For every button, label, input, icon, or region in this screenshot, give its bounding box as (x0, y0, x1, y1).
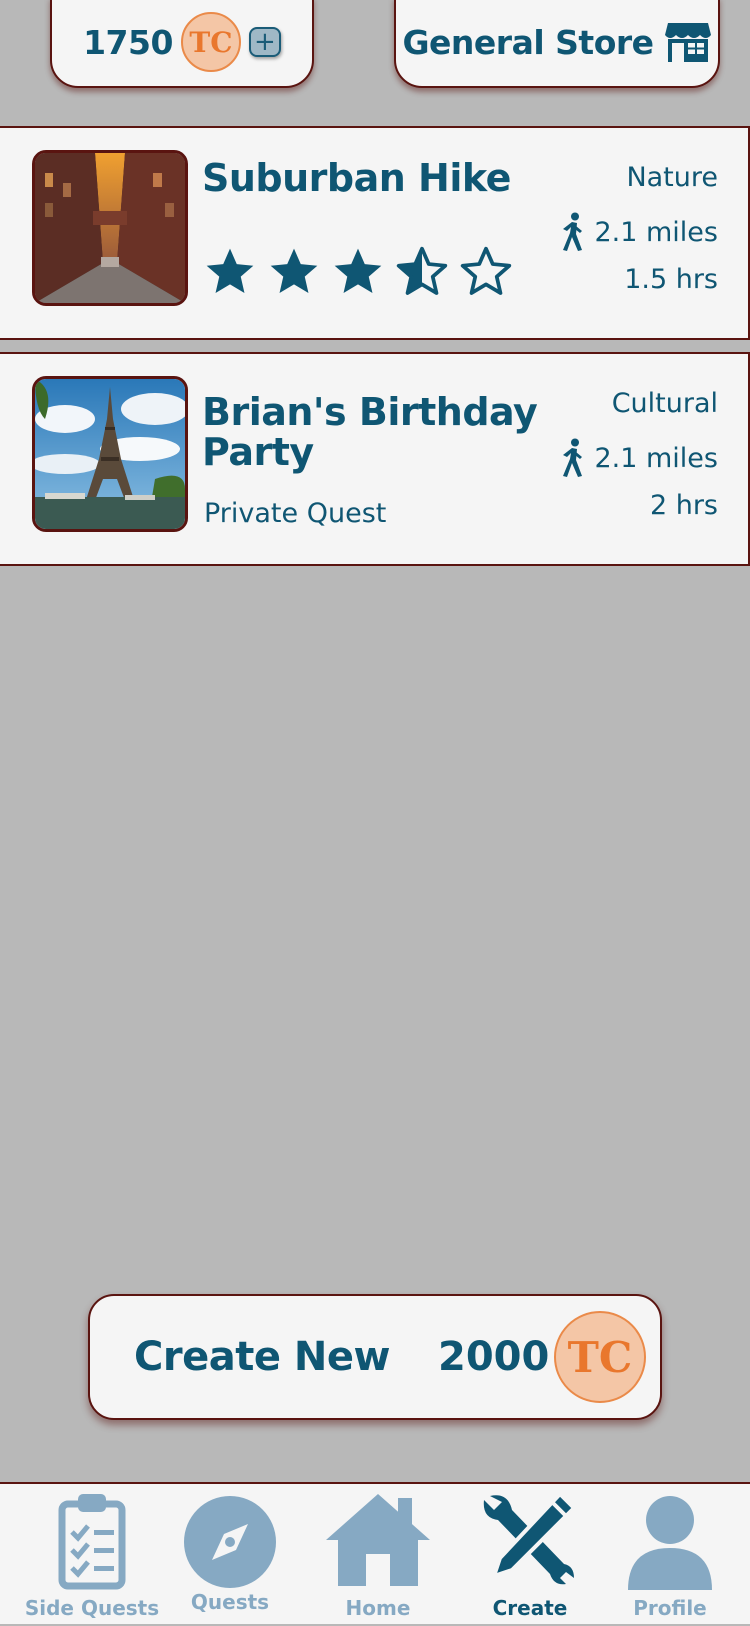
quest-card[interactable]: Brian's Birthday Party Private Quest Cul… (0, 352, 750, 566)
tab-label: Home (345, 1596, 411, 1620)
tab-quests[interactable]: Quests (170, 1484, 290, 1626)
tab-label: Profile (633, 1596, 707, 1620)
tab-side-quests[interactable]: Side Quests (22, 1484, 162, 1626)
quest-card[interactable]: Suburban Hike Nature 2.1 miles 1.5 hrs (0, 126, 750, 340)
star-full-icon (334, 248, 382, 293)
balance-pill: 1750 TC + (50, 0, 314, 88)
general-store-button[interactable]: General Store (394, 0, 720, 88)
quest-subtitle: Private Quest (204, 498, 387, 529)
house-icon (326, 1494, 430, 1586)
tab-create[interactable]: Create (470, 1484, 590, 1626)
tab-profile[interactable]: Profile (610, 1484, 730, 1626)
add-coins-button[interactable]: + (248, 27, 281, 57)
quest-title-line1: Brian's Birthday (202, 390, 538, 434)
star-full-icon (270, 248, 318, 293)
tab-label: Quests (190, 1590, 270, 1614)
balance-amount: 1750 (83, 22, 173, 62)
tab-label: Create (492, 1596, 568, 1620)
walking-icon (563, 212, 583, 251)
quest-duration: 1.5 hrs (624, 264, 718, 295)
star-half-icon (396, 246, 448, 295)
coin-label: TC (189, 25, 233, 59)
quest-distance: 2.1 miles (560, 212, 718, 252)
coin-label: TC (567, 1332, 633, 1382)
distance-value: 2.1 miles (594, 442, 718, 474)
wrench-pencil-icon (483, 1491, 577, 1585)
rating-stars (202, 244, 514, 300)
quest-title-line2: Party (202, 430, 314, 474)
clipboard-checklist-icon (58, 1494, 126, 1590)
bottom-tab-bar: Side Quests Quests Home Create Profile (0, 1482, 750, 1624)
quest-category: Cultural (611, 388, 718, 419)
star-full-icon (206, 248, 254, 293)
star-empty-icon (460, 246, 512, 295)
eiffel-tower-photo (32, 376, 188, 532)
quest-category: Nature (626, 162, 718, 193)
walking-icon (563, 438, 583, 477)
tc-coin-icon: TC (180, 12, 241, 72)
quest-title: Brian's Birthday Party (202, 390, 538, 474)
tab-label: Side Quests (24, 1596, 160, 1620)
quest-title: Suburban Hike (202, 156, 511, 200)
compass-icon (184, 1496, 276, 1588)
quest-distance: 2.1 miles (560, 438, 718, 478)
tc-coin-icon: TC (554, 1311, 646, 1403)
city-street-photo (32, 150, 188, 306)
create-new-button[interactable]: Create New 2000 TC (88, 1294, 662, 1420)
plus-icon: + (254, 27, 276, 57)
distance-value: 2.1 miles (594, 216, 718, 248)
create-new-label: Create New (134, 1334, 390, 1380)
tab-home[interactable]: Home (318, 1484, 438, 1626)
quest-duration: 2 hrs (649, 490, 718, 521)
store-label: General Store (402, 22, 654, 62)
person-icon (628, 1496, 712, 1590)
storefront-icon (664, 23, 711, 62)
create-cost: 2000 (438, 1334, 550, 1380)
